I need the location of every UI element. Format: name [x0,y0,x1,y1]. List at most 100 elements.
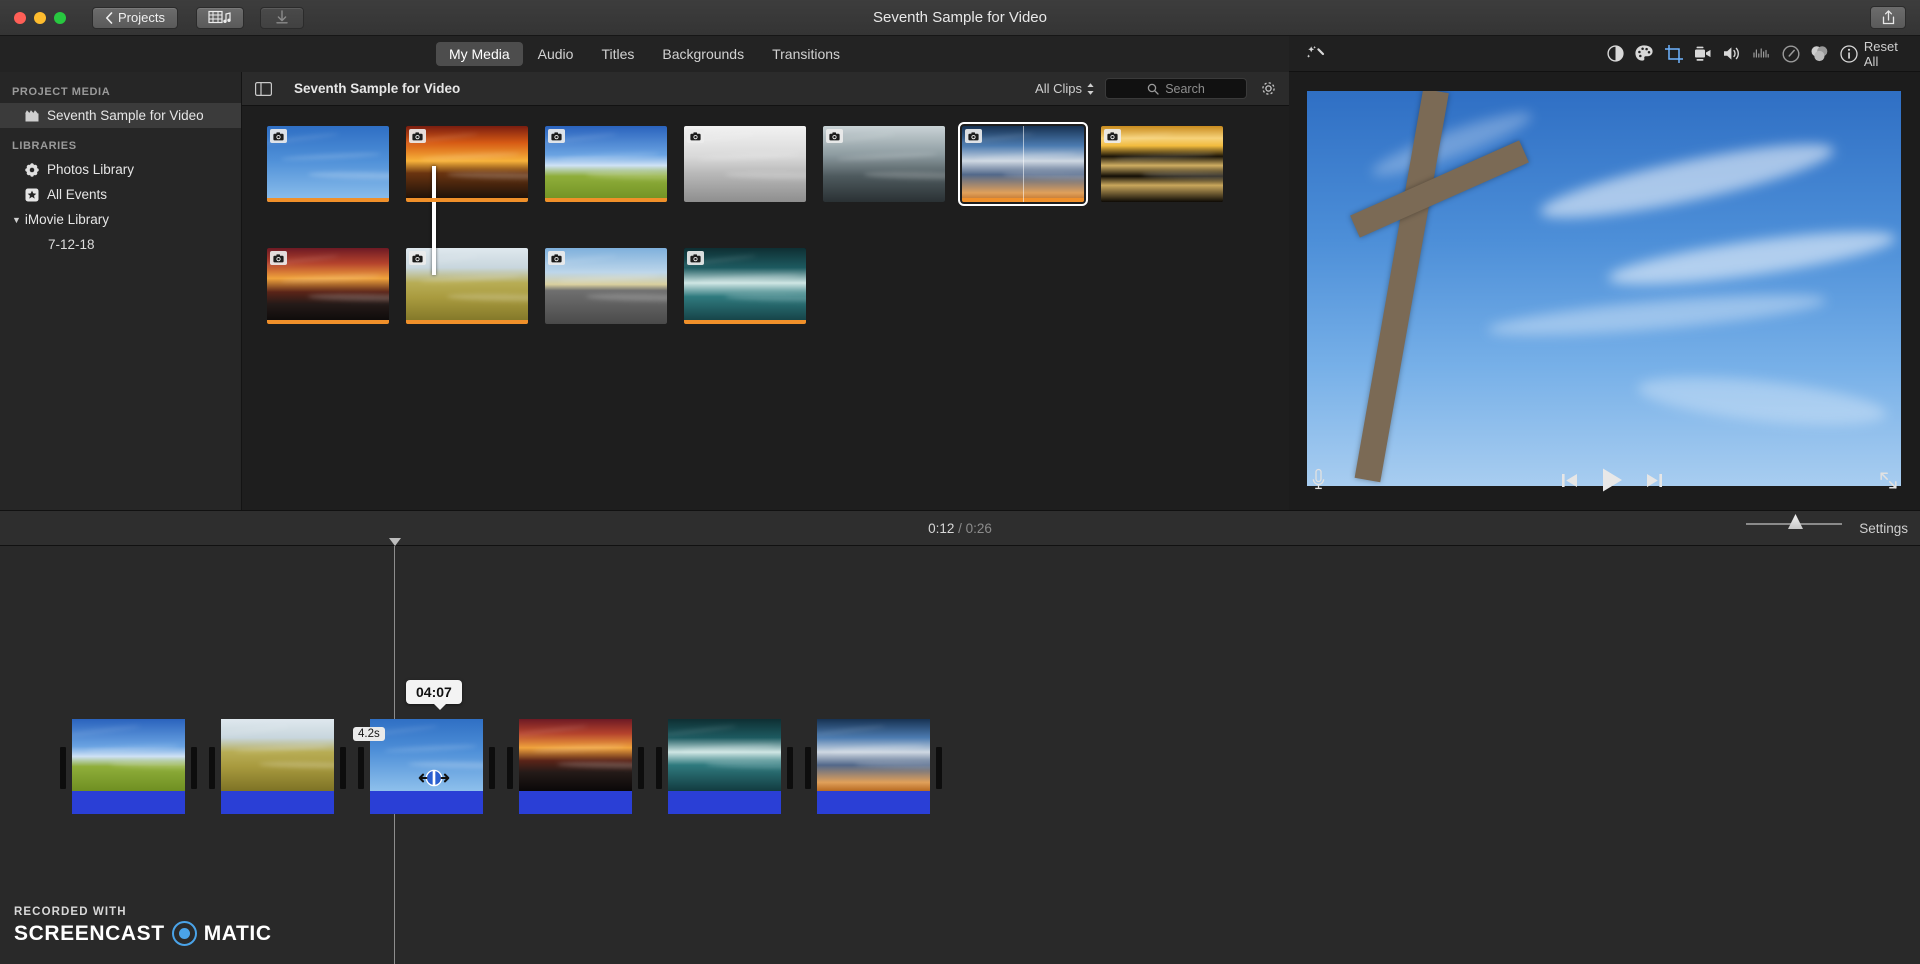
camera-badge-icon [547,129,565,143]
timeline-clip-handle-left[interactable] [358,747,364,789]
crop-icon[interactable] [1659,39,1688,69]
tab-my-media[interactable]: My Media [435,42,523,66]
skip-forward-icon[interactable] [1646,471,1663,495]
tab-transitions[interactable]: Transitions [759,42,853,66]
color-balance-icon[interactable] [1601,39,1630,69]
info-icon[interactable] [1835,39,1864,69]
browser-clip-green-field-clouds[interactable] [538,126,673,226]
sidebar-item-all-events[interactable]: All Events [0,182,241,207]
timeline-clip-handle-left[interactable] [209,747,215,789]
share-icon [1882,10,1894,25]
zoom-slider-track[interactable] [1746,514,1842,529]
timeline-clip-handle-left[interactable] [507,747,513,789]
browser-clip-snowy-mountain-bw[interactable] [677,126,812,226]
timeline-clip-handle-left[interactable] [805,747,811,789]
browser-clip-dramatic-clouds[interactable] [955,122,1090,226]
search-placeholder: Search [1165,81,1205,96]
timeline-clip-green-field-clouds[interactable] [60,719,197,814]
projects-button-label: Projects [118,10,165,25]
noise-reduction-equalizer-icon[interactable] [1747,39,1776,69]
browser-clip-orange-sunset-sea[interactable] [399,126,534,226]
browser-clip-red-sunset-sea[interactable] [260,248,395,348]
enhance-magic-wand-icon[interactable] [1301,39,1330,69]
clip-used-indicator [266,320,389,324]
timeline-clip-handle-right[interactable] [489,747,495,789]
camera-badge-icon [686,251,704,265]
fullscreen-icon[interactable] [1879,471,1898,495]
maximize-window-button[interactable] [54,11,66,24]
microphone-icon[interactable] [1311,468,1326,497]
sidebar-toggle-icon[interactable] [252,79,274,99]
share-button[interactable] [1870,6,1906,29]
browser-toolbar: Seventh Sample for Video All Clips Searc… [242,72,1289,106]
sidebar-item-photos-library[interactable]: Photos Library [0,157,241,182]
timeline-clip-row [60,719,966,814]
tab-titles[interactable]: Titles [588,42,647,66]
timeline-clip-handle-right[interactable] [191,747,197,789]
timeline-clip-audio-bar [668,791,781,814]
timeline-clip-handle-left[interactable] [60,747,66,789]
sidebar-item-imovie-library[interactable]: ▼ iMovie Library [0,207,241,232]
close-window-button[interactable] [14,11,26,24]
timeline-clip-handle-right[interactable] [638,747,644,789]
sidebar-project-label: Seventh Sample for Video [47,108,204,123]
skip-back-icon[interactable] [1561,471,1578,495]
browser-clip-grey-mountain-range[interactable] [816,126,951,226]
play-icon[interactable] [1600,467,1624,498]
media-browser-button[interactable] [195,6,244,29]
viewer-panel: Reset All [1289,36,1920,510]
search-input[interactable]: Search [1105,78,1247,99]
projects-back-button[interactable]: Projects [92,6,178,29]
camera-badge-icon [408,251,426,265]
sidebar-section-project-media: PROJECT MEDIA [12,86,111,98]
import-media-button[interactable] [259,6,304,29]
timeline-clip-dramatic-clouds[interactable] [805,719,942,814]
media-browser: Seventh Sample for Video All Clips Searc… [242,72,1289,510]
preview-video[interactable] [1307,91,1901,486]
trim-scrubber[interactable] [432,166,436,275]
clip-filter-icon[interactable] [1805,39,1834,69]
tab-audio[interactable]: Audio [525,42,587,66]
volume-speaker-icon[interactable] [1718,39,1747,69]
speed-gauge-icon[interactable] [1776,39,1805,69]
screencast-o-matic-watermark: RECORDED WITH SCREENCAST MATIC [14,906,272,946]
clip-used-indicator [405,198,528,202]
timeline-clip-red-sunset-sea[interactable] [507,719,644,814]
timeline-clip-handle-right[interactable] [340,747,346,789]
camera-badge-icon [547,251,565,265]
timeline-clip-handle-left[interactable] [656,747,662,789]
timeline-clip-thumbnail [519,719,632,791]
timeline-clip-teal-storm-clouds[interactable] [656,719,793,814]
browser-clip-wheat-field[interactable] [399,248,534,348]
minimize-window-button[interactable] [34,11,46,24]
browser-clip-golden-sunset-water[interactable] [1094,126,1229,226]
camera-badge-icon [269,251,287,265]
zoom-slider[interactable] [1746,514,1842,529]
camera-badge-icon [825,129,843,143]
timeline-settings-button[interactable]: Settings [1859,521,1908,536]
camera-badge-icon [686,129,704,143]
photos-icon [24,162,39,177]
horizontal-resize-cursor-icon [414,769,454,787]
disclosure-triangle-icon[interactable]: ▼ [12,215,21,225]
timeline-clip-handle-right[interactable] [936,747,942,789]
reset-all-button[interactable]: Reset All [1864,39,1908,69]
browser-clip-open-road[interactable] [538,248,673,348]
all-clips-label: All Clips [1035,81,1082,96]
time-separator: / [958,520,962,536]
watermark-line1: RECORDED WITH [14,906,127,918]
all-clips-filter[interactable]: All Clips [1035,81,1095,96]
camera-badge-icon [269,129,287,143]
browser-clip-teal-storm-clouds[interactable] [677,248,812,348]
sidebar-item-project-media[interactable]: Seventh Sample for Video [0,103,241,128]
timeline-clip-cross-sky[interactable] [358,719,495,814]
stabilization-camera-icon[interactable] [1688,39,1717,69]
tab-backgrounds[interactable]: Backgrounds [649,42,757,66]
color-correction-palette-icon[interactable] [1630,39,1659,69]
browser-clip-cross-sky[interactable] [260,126,395,226]
timeline[interactable] [0,538,1920,964]
timeline-clip-handle-right[interactable] [787,747,793,789]
gear-icon[interactable] [1257,78,1279,100]
timeline-clip-wheat-field[interactable] [209,719,346,814]
sidebar-item-event-7-12-18[interactable]: 7-12-18 [0,232,241,257]
